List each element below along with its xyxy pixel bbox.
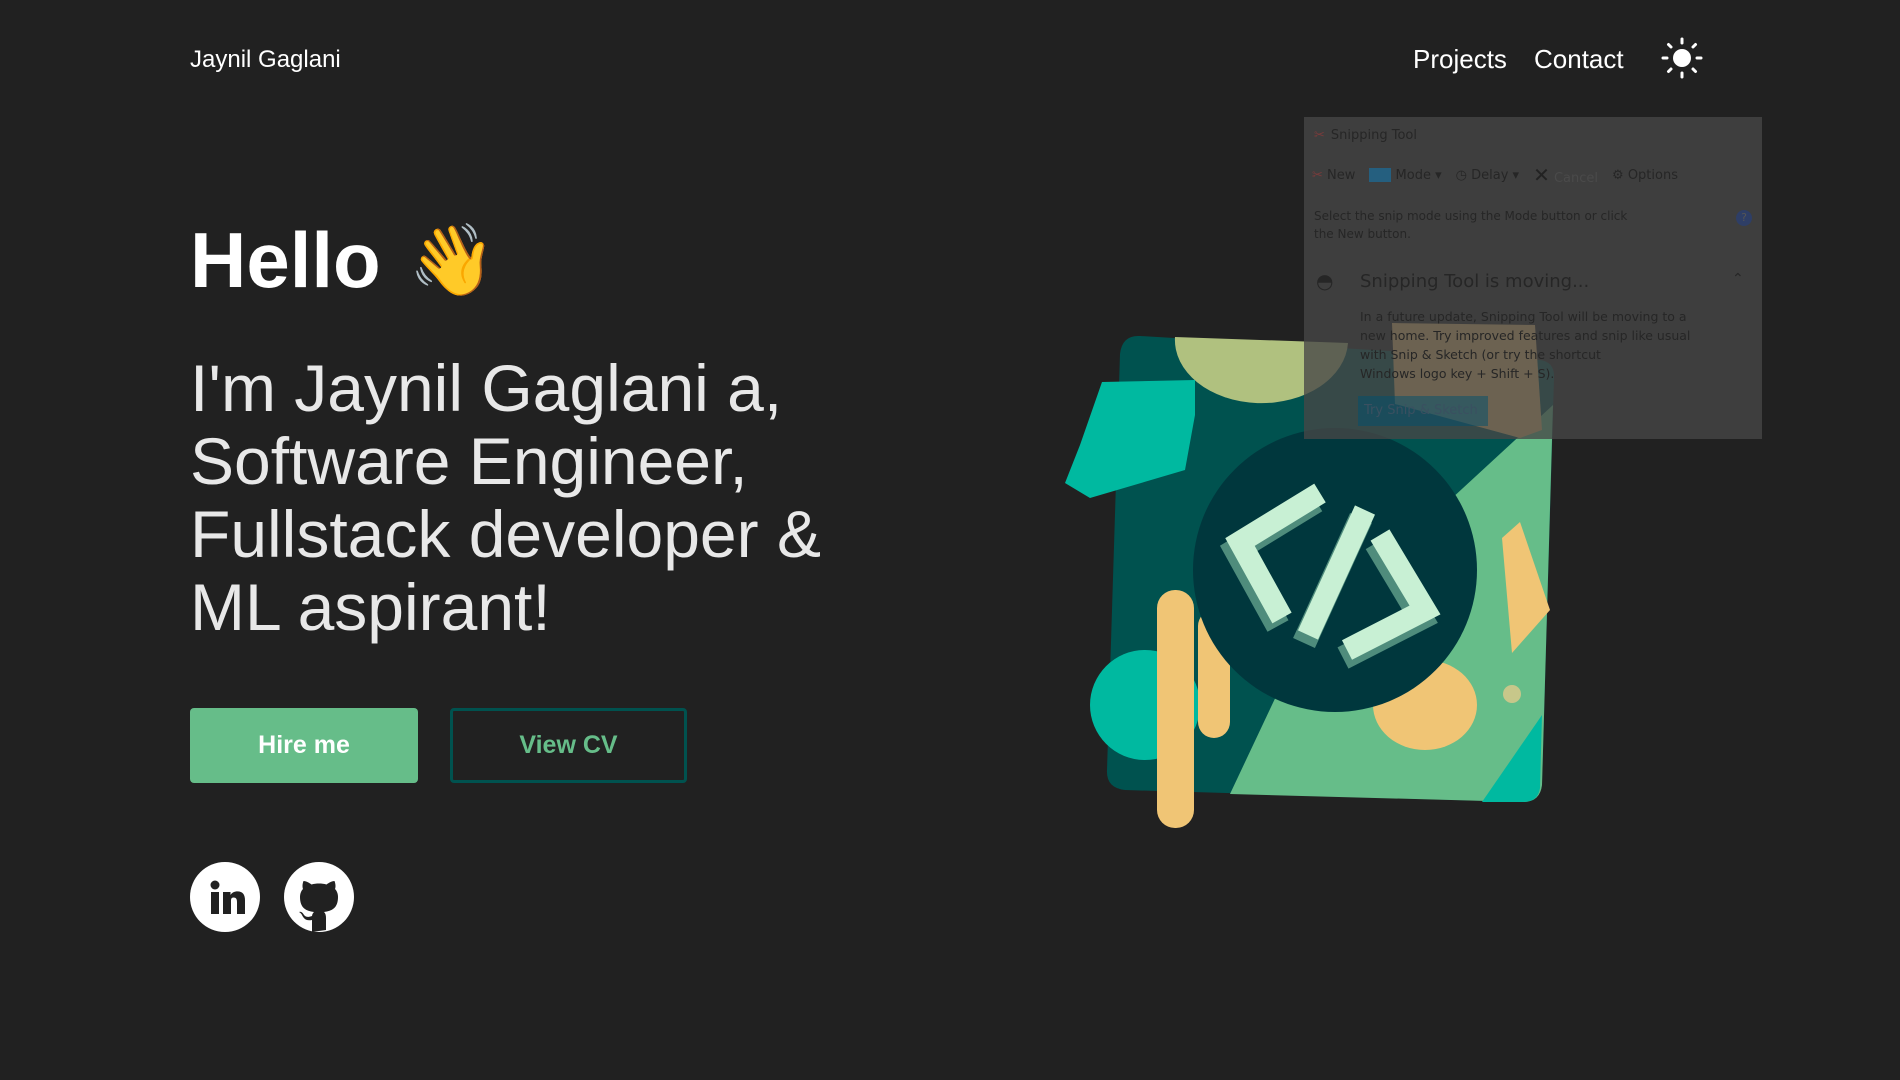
greeting-text: Hello <box>190 216 381 304</box>
clock-icon: ◷ <box>1455 167 1472 183</box>
snip-title: Snipping Tool <box>1330 128 1417 143</box>
intro-line: ML aspirant! <box>190 570 551 644</box>
scissors-icon: ✂ <box>1314 128 1325 143</box>
chevron-up-icon[interactable]: ⌃ <box>1732 271 1744 287</box>
try-snip-sketch-button[interactable]: Try Snip & Sketch <box>1358 396 1488 426</box>
snip-new-button[interactable]: ✂ New <box>1312 168 1355 183</box>
snip-delay-button[interactable]: ◷ Delay ▾ <box>1456 168 1519 183</box>
intro-line: Software Engineer, <box>190 424 748 498</box>
view-cv-button[interactable]: View CV <box>450 708 687 783</box>
notice-line: with Snip & Sketch (or try the shortcut <box>1360 347 1601 362</box>
close-icon: ✕ <box>1533 163 1550 187</box>
scissors-icon: ✂ <box>1312 167 1328 183</box>
snip-instruction: Select the snip mode using the Mode butt… <box>1314 209 1628 241</box>
intro-text: I'm Jaynil Gaglani a, Software Engineer,… <box>190 352 950 644</box>
gear-icon: ⚙ <box>1612 167 1628 183</box>
snip-options-button[interactable]: ⚙ Options <box>1612 168 1678 183</box>
github-link[interactable] <box>284 862 354 932</box>
snip-mode-button[interactable]: Mode ▾ <box>1369 168 1442 183</box>
nav-projects[interactable]: Projects <box>1413 44 1507 75</box>
linkedin-link[interactable] <box>190 862 260 932</box>
snipping-tool-window[interactable]: ✂ Snipping Tool ✂ New Mode ▾ ◷ Delay ▾ ✕… <box>1304 117 1762 439</box>
snip-notice-body: In a future update, Snipping Tool will b… <box>1360 307 1690 383</box>
notice-line: Windows logo key + Shift + S). <box>1360 366 1555 381</box>
snip-toolbar: ✂ New Mode ▾ ◷ Delay ▾ ✕ Cancel ⚙ Option… <box>1312 163 1678 187</box>
sun-icon <box>1661 37 1703 79</box>
github-icon <box>299 881 338 932</box>
notice-line: In a future update, Snipping Tool will b… <box>1360 309 1687 324</box>
nav-contact[interactable]: Contact <box>1534 44 1624 75</box>
snip-title-bar: ✂ Snipping Tool <box>1314 128 1417 143</box>
linkedin-icon <box>210 880 245 914</box>
brand-name[interactable]: Jaynil Gaglani <box>190 46 341 74</box>
hero-greeting: Hello 👋 <box>190 215 496 306</box>
yellow-bar <box>1157 590 1194 828</box>
snip-notice-title: Snipping Tool is moving... <box>1360 271 1590 292</box>
help-icon[interactable]: ? <box>1736 210 1752 226</box>
intro-line: Fullstack developer & <box>190 497 821 571</box>
intro-line: I'm Jaynil Gaglani a, <box>190 351 783 425</box>
mode-icon <box>1369 168 1392 182</box>
photo-icon: ◓ <box>1316 269 1334 293</box>
snip-cancel-button[interactable]: ✕ Cancel <box>1533 163 1598 187</box>
waving-hand-icon: 👋 <box>408 220 496 299</box>
small-dot <box>1503 685 1521 703</box>
theme-toggle[interactable] <box>1660 36 1704 80</box>
notice-line: new home. Try improved features and snip… <box>1360 328 1691 343</box>
hire-me-button[interactable]: Hire me <box>190 708 418 783</box>
